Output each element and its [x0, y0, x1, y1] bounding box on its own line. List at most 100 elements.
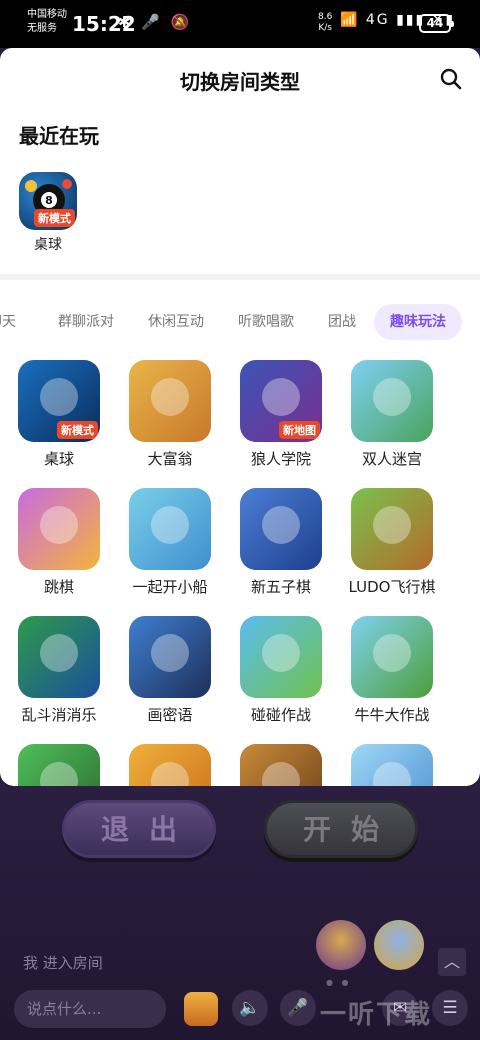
- category-tabs: 聊天 群聊派对 休闲互动 听歌唱歌 团战 趣味玩法: [0, 304, 480, 340]
- room-type-sheet: 切换房间类型 最近在玩 8 新模式 桌球 聊天 群聊派对 休闲互动 听歌唱歌 团…: [0, 48, 480, 786]
- game-room-background: 退出 开始 我 进入房间 ● ● ︿ 说点什么... 🔈 🎤 ✉ ☰ 一听下载: [0, 786, 480, 1040]
- carrier-name: 中国移动: [27, 9, 67, 20]
- recent-game-label: 桌球: [34, 237, 62, 253]
- game-item[interactable]: 新五子棋: [226, 488, 336, 597]
- recent-section-title: 最近在玩: [19, 124, 99, 148]
- game-icon: [129, 360, 211, 442]
- game-tag: 新地图: [279, 421, 320, 439]
- gift-icon[interactable]: [184, 992, 218, 1026]
- tab-team-battle[interactable]: 团战: [328, 304, 356, 340]
- game-label: 牛牛大作战: [354, 706, 430, 724]
- billiards-icon: 8 新模式: [19, 172, 77, 230]
- game-item[interactable]: LUDO飞行棋: [337, 488, 447, 597]
- game-label: 碰碰作战: [250, 706, 311, 724]
- chat-input[interactable]: 说点什么...: [14, 990, 166, 1028]
- battery-icon: 44: [419, 14, 454, 33]
- event-badge-icon-2[interactable]: [374, 920, 424, 970]
- game-icon: [129, 744, 211, 786]
- game-label: 桌球: [43, 450, 74, 468]
- game-item[interactable]: 双人迷宫: [337, 360, 447, 469]
- start-button[interactable]: 开始: [264, 800, 418, 858]
- game-icon: [240, 616, 322, 698]
- game-icon: 新模式: [18, 360, 100, 442]
- game-label: 乱斗消消乐: [21, 706, 97, 724]
- game-artwork: [40, 634, 78, 672]
- game-item[interactable]: [337, 744, 447, 786]
- game-label: 双人迷宫: [361, 450, 422, 468]
- section-divider: [0, 274, 480, 280]
- game-label: 狼人学院: [250, 450, 311, 468]
- game-label: 跳棋: [43, 578, 74, 596]
- game-item[interactable]: 大富翁: [115, 360, 225, 469]
- service-status: 无服务: [27, 23, 57, 34]
- game-artwork: [262, 378, 300, 416]
- recent-game-item[interactable]: 8 新模式 桌球: [19, 172, 77, 254]
- game-item[interactable]: 新模式桌球: [4, 360, 114, 469]
- game-item[interactable]: 牛牛大作战: [337, 616, 447, 725]
- svg-text:8: 8: [45, 194, 53, 207]
- game-item[interactable]: 碰碰作战: [226, 616, 336, 725]
- game-icon: [18, 488, 100, 570]
- game-artwork: [373, 378, 411, 416]
- game-artwork: [40, 506, 78, 544]
- game-artwork: [262, 506, 300, 544]
- game-icon: [240, 744, 322, 786]
- game-label: 新五子棋: [250, 578, 311, 596]
- game-icon: [351, 360, 433, 442]
- game-icon: 新地图: [240, 360, 322, 442]
- search-icon[interactable]: [440, 68, 462, 90]
- game-icon: [129, 616, 211, 698]
- game-icon: [18, 616, 100, 698]
- game-artwork: [40, 762, 78, 786]
- carrier-info: 中国移动 无服务: [27, 8, 67, 36]
- network-speed: 8.6 K/s: [318, 12, 332, 34]
- menu-icon[interactable]: ☰: [432, 990, 468, 1026]
- network-speed-value: 8.6: [318, 12, 333, 22]
- status-bar: 中国移动 无服务 15:22 ✱ 🎤 🔕 8.6 K/s 📶 4G ▮▮▮ ✕▮…: [0, 0, 480, 48]
- game-artwork: [151, 762, 189, 786]
- scroll-up-icon[interactable]: ︿: [438, 948, 466, 976]
- game-icon: [351, 488, 433, 570]
- game-icon: [240, 488, 322, 570]
- game-icon: [351, 744, 433, 786]
- game-item[interactable]: [4, 744, 114, 786]
- game-artwork: [262, 634, 300, 672]
- game-item[interactable]: 乱斗消消乐: [4, 616, 114, 725]
- tab-chat[interactable]: 聊天: [0, 304, 16, 340]
- game-item[interactable]: [226, 744, 336, 786]
- game-item[interactable]: 一起开小船: [115, 488, 225, 597]
- game-tag: 新模式: [57, 421, 98, 439]
- event-badge-icon[interactable]: [316, 920, 366, 970]
- game-artwork: [373, 762, 411, 786]
- watermark: 一听下载: [320, 1000, 433, 1030]
- game-label: LUDO飞行棋: [348, 578, 436, 596]
- mic-icon[interactable]: 🎤: [280, 990, 316, 1026]
- tab-group-party[interactable]: 群聊派对: [58, 304, 114, 340]
- game-item[interactable]: 跳棋: [4, 488, 114, 597]
- game-icon: [351, 616, 433, 698]
- game-artwork: [373, 634, 411, 672]
- game-item[interactable]: 新地图狼人学院: [226, 360, 336, 469]
- speaker-icon[interactable]: 🔈: [232, 990, 268, 1026]
- carousel-dots: ● ●: [326, 978, 352, 987]
- game-item[interactable]: [115, 744, 225, 786]
- room-message: 我 进入房间: [23, 954, 103, 972]
- game-label: 画密语: [147, 706, 193, 724]
- game-label: 一起开小船: [132, 578, 208, 596]
- game-artwork: [151, 378, 189, 416]
- tab-fun-play[interactable]: 趣味玩法: [374, 304, 462, 340]
- tab-music[interactable]: 听歌唱歌: [238, 304, 294, 340]
- game-artwork: [40, 378, 78, 416]
- status-icons: ✱ 🎤 🔕: [118, 13, 193, 31]
- exit-button[interactable]: 退出: [62, 800, 216, 858]
- game-item[interactable]: 画密语: [115, 616, 225, 725]
- new-mode-tag: 新模式: [34, 209, 75, 227]
- sheet-title: 切换房间类型: [180, 70, 300, 94]
- game-label: 大富翁: [147, 450, 193, 468]
- game-artwork: [151, 634, 189, 672]
- tab-casual[interactable]: 休闲互动: [148, 304, 204, 340]
- network-speed-unit: K/s: [318, 23, 332, 33]
- game-artwork: [262, 762, 300, 786]
- game-icon: [18, 744, 100, 786]
- game-artwork: [151, 506, 189, 544]
